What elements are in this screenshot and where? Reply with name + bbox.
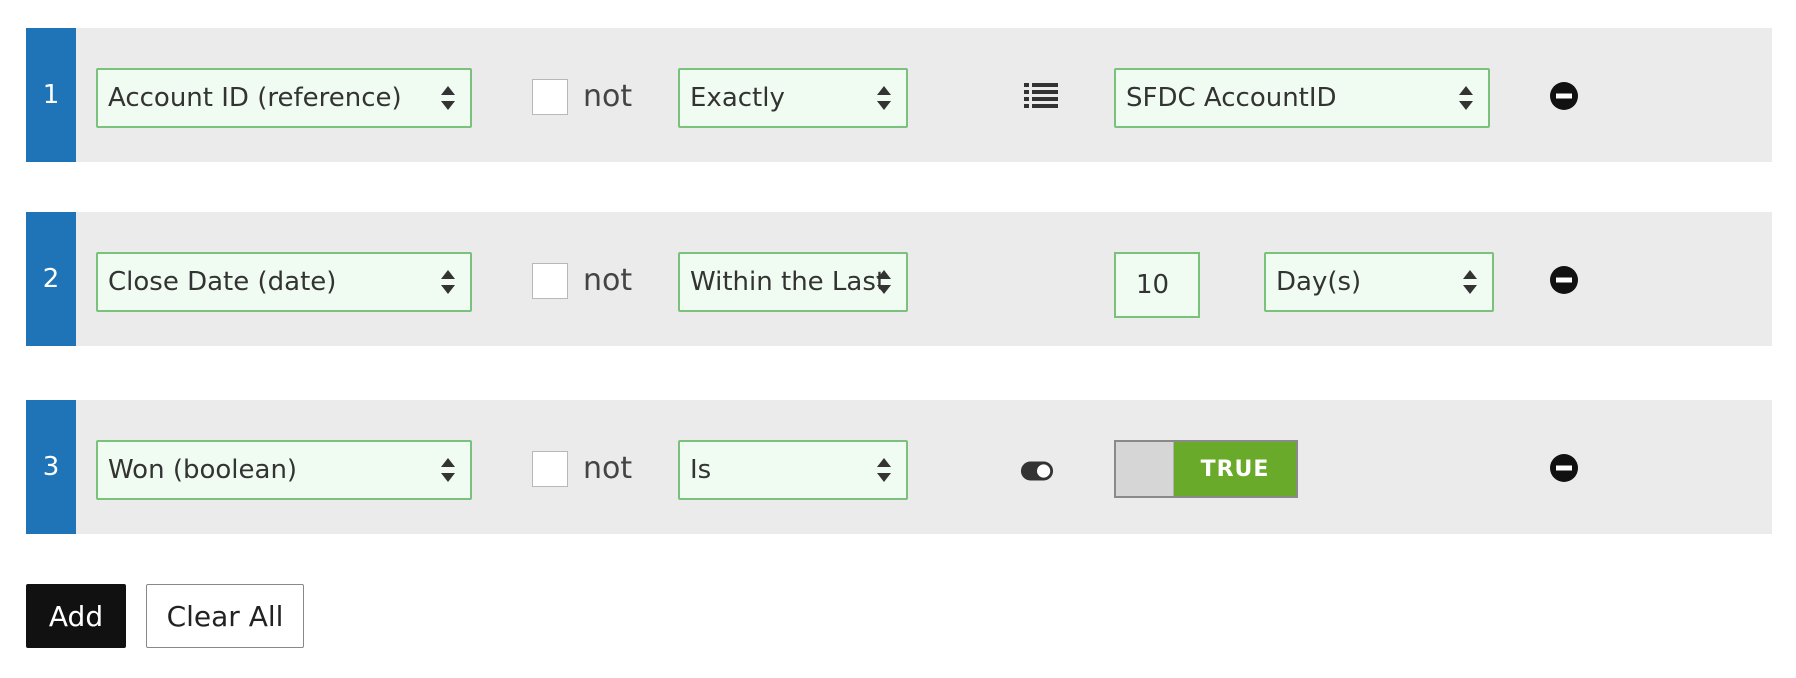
operator-select[interactable]: Within the Last xyxy=(678,252,908,312)
unit-select-value: Day(s) xyxy=(1276,267,1362,297)
not-label: not xyxy=(583,451,633,486)
unit-select[interactable]: Day(s) xyxy=(1264,252,1494,312)
list-icon[interactable] xyxy=(1024,81,1058,111)
add-button[interactable]: Add xyxy=(26,584,126,648)
operator-select-value: Within the Last xyxy=(690,267,887,297)
clear-all-button[interactable]: Clear All xyxy=(146,584,304,648)
toggle-knob xyxy=(1116,442,1174,496)
field-select[interactable]: Close Date (date) xyxy=(96,252,472,312)
not-label: not xyxy=(583,79,633,114)
operator-select-value: Exactly xyxy=(690,83,785,113)
value-select[interactable]: SFDC AccountID xyxy=(1114,68,1490,128)
boolean-toggle[interactable]: TRUE xyxy=(1114,440,1298,498)
amount-input[interactable]: 10 xyxy=(1114,252,1200,318)
field-select[interactable]: Won (boolean) xyxy=(96,440,472,500)
field-select-value: Close Date (date) xyxy=(108,267,337,297)
select-arrows-icon xyxy=(441,86,455,110)
select-arrows-icon xyxy=(441,270,455,294)
not-checkbox[interactable] xyxy=(532,79,568,115)
operator-select[interactable]: Is xyxy=(678,440,908,500)
select-arrows-icon xyxy=(1463,270,1477,294)
minus-circle-icon[interactable] xyxy=(1550,82,1578,110)
row-number: 2 xyxy=(26,212,76,346)
operator-select[interactable]: Exactly xyxy=(678,68,908,128)
select-arrows-icon xyxy=(877,86,891,110)
field-select-value: Won (boolean) xyxy=(108,455,298,485)
operator-select-value: Is xyxy=(690,455,712,485)
not-checkbox[interactable] xyxy=(532,451,568,487)
toggle-label: TRUE xyxy=(1200,456,1270,482)
filter-row-2: 2 Close Date (date) not Within the Last … xyxy=(26,212,1772,346)
not-label: not xyxy=(583,263,633,298)
field-select-value: Account ID (reference) xyxy=(108,83,402,113)
select-arrows-icon xyxy=(877,270,891,294)
not-checkbox[interactable] xyxy=(532,263,568,299)
toggle-icon[interactable] xyxy=(1020,456,1054,486)
select-arrows-icon xyxy=(877,458,891,482)
minus-circle-icon[interactable] xyxy=(1550,454,1578,482)
row-number: 3 xyxy=(26,400,76,534)
filter-row-1: 1 Account ID (reference) not Exactly SFD… xyxy=(26,28,1772,162)
select-arrows-icon xyxy=(441,458,455,482)
filter-row-3: 3 Won (boolean) not Is TRUE xyxy=(26,400,1772,534)
field-select[interactable]: Account ID (reference) xyxy=(96,68,472,128)
minus-circle-icon[interactable] xyxy=(1550,266,1578,294)
select-arrows-icon xyxy=(1459,86,1473,110)
value-select-value: SFDC AccountID xyxy=(1126,83,1337,113)
row-number: 1 xyxy=(26,28,76,162)
